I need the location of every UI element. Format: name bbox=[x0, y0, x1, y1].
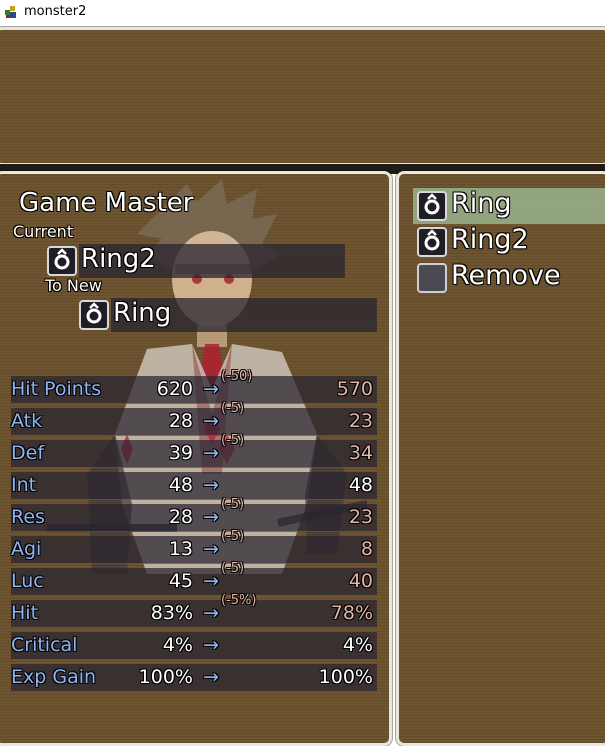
stat-new: 23 bbox=[348, 410, 373, 432]
arrow-icon: → bbox=[203, 634, 219, 656]
stat-name: Critical bbox=[11, 634, 78, 656]
new-equip-name: Ring bbox=[113, 298, 172, 328]
help-window bbox=[0, 27, 605, 166]
stat-name: Atk bbox=[11, 410, 43, 432]
stat-current: 28 bbox=[168, 410, 193, 432]
stat-row-bg bbox=[11, 504, 377, 532]
stat-name: Exp Gain bbox=[11, 666, 97, 688]
stat-row-divider bbox=[11, 659, 377, 660]
stat-row-bg bbox=[11, 536, 377, 564]
stat-row-def: Def 39 → (-5) 34 bbox=[11, 433, 377, 468]
stat-current: 28 bbox=[168, 506, 193, 528]
list-item-label: Ring bbox=[451, 188, 512, 219]
arrow-icon: → bbox=[203, 570, 219, 592]
stat-current: 83% bbox=[150, 602, 193, 624]
stat-row-hit: Hit 83% → (-5%) 78% bbox=[11, 593, 377, 628]
arrow-icon: → bbox=[203, 378, 219, 400]
arrow-icon: → bbox=[203, 666, 219, 688]
stat-current: 4% bbox=[162, 634, 193, 656]
stat-row-divider bbox=[11, 595, 377, 596]
list-item-ring[interactable]: Ring bbox=[413, 188, 605, 224]
stat-current: 39 bbox=[168, 442, 193, 464]
stat-name: Hit Points bbox=[11, 378, 102, 400]
stat-new: 4% bbox=[342, 634, 373, 656]
stat-name: Hit bbox=[11, 602, 39, 624]
stat-name: Res bbox=[11, 506, 45, 528]
arrow-icon: → bbox=[203, 442, 219, 464]
stat-current: 620 bbox=[156, 378, 193, 400]
stat-current: 45 bbox=[168, 570, 193, 592]
stat-row-divider bbox=[11, 531, 377, 532]
arrow-icon: → bbox=[203, 538, 219, 560]
stat-name: Int bbox=[11, 474, 37, 496]
ring-icon bbox=[47, 246, 77, 276]
to-new-label: To New bbox=[45, 276, 102, 295]
stat-new: 34 bbox=[348, 442, 373, 464]
arrow-icon: → bbox=[203, 474, 219, 496]
list-item-remove[interactable]: Remove bbox=[413, 260, 605, 296]
app-icon bbox=[4, 4, 18, 18]
stat-name: Agi bbox=[11, 538, 42, 560]
stat-row-divider bbox=[11, 499, 377, 500]
stat-diff: (-5) bbox=[221, 561, 245, 576]
ring-icon bbox=[79, 300, 109, 330]
arrow-icon: → bbox=[203, 410, 219, 432]
stat-row-luc: Luc 45 → (-5) 40 bbox=[11, 561, 377, 596]
stat-new: 570 bbox=[336, 378, 373, 400]
arrow-icon: → bbox=[203, 506, 219, 528]
stat-diff: (-5) bbox=[221, 497, 245, 512]
actor-name: Game Master bbox=[19, 188, 194, 218]
stat-row-divider bbox=[11, 403, 377, 404]
stat-row-divider bbox=[11, 563, 377, 564]
stat-row-bg bbox=[11, 600, 377, 628]
stat-row-divider bbox=[11, 467, 377, 468]
stat-name: Def bbox=[11, 442, 45, 464]
list-item-ring2[interactable]: Ring2 bbox=[413, 224, 605, 260]
stat-name: Luc bbox=[11, 570, 44, 592]
arrow-icon: → bbox=[203, 602, 219, 624]
stat-row-bg bbox=[11, 440, 377, 468]
window-title: monster2 bbox=[24, 3, 87, 19]
current-equip-name: Ring2 bbox=[81, 244, 156, 274]
stat-diff: (-5) bbox=[221, 401, 245, 416]
stat-current: 48 bbox=[168, 474, 193, 496]
stat-new: 100% bbox=[318, 666, 373, 688]
ring-icon bbox=[417, 191, 447, 221]
status-window: Game Master Current Ring2 To New Ring Hi… bbox=[0, 171, 392, 746]
stat-new: 48 bbox=[348, 474, 373, 496]
stat-diff: (-50) bbox=[221, 369, 253, 384]
stat-diff: (-5) bbox=[221, 433, 245, 448]
current-label: Current bbox=[13, 222, 74, 241]
stat-new: 78% bbox=[330, 602, 373, 624]
stat-row-bg bbox=[11, 568, 377, 596]
stat-diff: (-5) bbox=[221, 529, 245, 544]
stat-row-atk: Atk 28 → (-5) 23 bbox=[11, 401, 377, 436]
blank-icon bbox=[417, 263, 447, 293]
stat-new: 8 bbox=[360, 538, 373, 560]
stat-row-exp-gain: Exp Gain 100% → 100% bbox=[11, 664, 377, 692]
stat-row-agi: Agi 13 → (-5) 8 bbox=[11, 529, 377, 564]
title-bar: monster2 bbox=[0, 0, 605, 22]
stat-new: 23 bbox=[348, 506, 373, 528]
item-list-window: Ring Ring2 Remove bbox=[396, 171, 605, 746]
stat-current: 100% bbox=[138, 666, 193, 688]
stat-row-bg bbox=[11, 408, 377, 436]
list-item-label: Remove bbox=[451, 260, 561, 291]
stat-row-divider bbox=[11, 627, 377, 628]
stat-row-divider bbox=[11, 435, 377, 436]
stat-row-res: Res 28 → (-5) 23 bbox=[11, 497, 377, 532]
stat-row-hit-points: Hit Points 620 → (-50) 570 bbox=[11, 369, 377, 404]
ring-icon bbox=[417, 227, 447, 257]
stat-diff: (-5%) bbox=[221, 593, 257, 608]
stat-row-int: Int 48 → 48 bbox=[11, 472, 377, 500]
stat-current: 13 bbox=[168, 538, 193, 560]
stat-new: 40 bbox=[348, 570, 373, 592]
list-item-label: Ring2 bbox=[451, 224, 529, 255]
stat-row-critical: Critical 4% → 4% bbox=[11, 632, 377, 660]
stat-row-bg bbox=[11, 472, 377, 500]
stat-row-divider bbox=[11, 691, 377, 692]
